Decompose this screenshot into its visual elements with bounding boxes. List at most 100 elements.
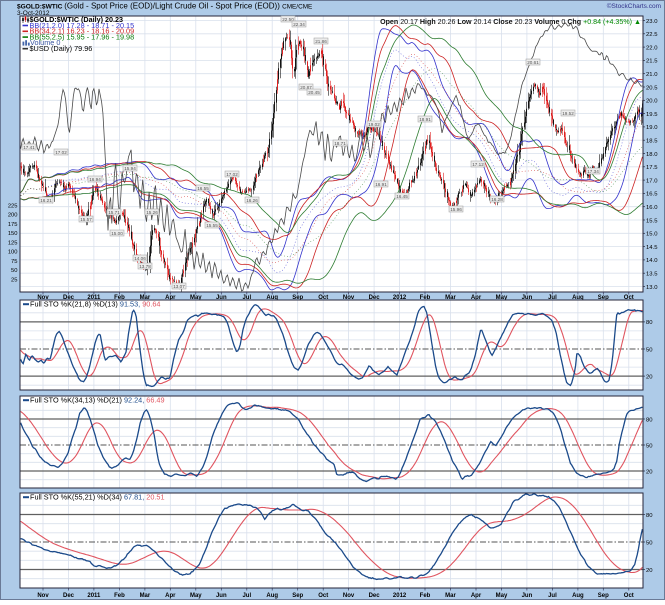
svg-text:20: 20 bbox=[646, 374, 653, 380]
svg-text:16.91: 16.91 bbox=[375, 182, 387, 187]
svg-text:Open 20.17 High 20.26 Low 20: Open 20.17 High 20.26 Low 20.14 Close 20… bbox=[380, 18, 641, 26]
svg-text:Feb: Feb bbox=[114, 593, 125, 599]
svg-text:Full STO %K(34,13) %D(21) 92.2: Full STO %K(34,13) %D(21) 92.24, 66.49 bbox=[30, 396, 165, 405]
svg-text:80: 80 bbox=[646, 513, 653, 519]
svg-text:Feb: Feb bbox=[420, 593, 431, 599]
svg-text:50: 50 bbox=[646, 540, 653, 546]
svg-text:25: 25 bbox=[11, 277, 17, 283]
svg-text:20.45: 20.45 bbox=[308, 90, 320, 95]
svg-text:19.5: 19.5 bbox=[646, 112, 658, 118]
svg-text:©StockCharts.com: ©StockCharts.com bbox=[607, 2, 661, 10]
svg-text:125: 125 bbox=[8, 241, 18, 247]
svg-text:15.96: 15.96 bbox=[450, 207, 462, 212]
svg-text:15.00: 15.00 bbox=[111, 231, 123, 236]
svg-text:15.26: 15.26 bbox=[146, 210, 158, 215]
svg-text:23.0: 23.0 bbox=[646, 19, 658, 25]
svg-text:16.55: 16.55 bbox=[197, 186, 209, 191]
svg-text:22.5: 22.5 bbox=[646, 32, 658, 38]
svg-text:15.55: 15.55 bbox=[206, 223, 218, 228]
svg-text:Full STO %K(21,8) %D(13) 91.53: Full STO %K(21,8) %D(13) 91.53, 90.64 bbox=[30, 300, 160, 309]
svg-text:21.86: 21.86 bbox=[315, 39, 327, 44]
svg-text:Sep: Sep bbox=[598, 593, 609, 599]
svg-text:Mar: Mar bbox=[140, 593, 151, 599]
svg-text:20: 20 bbox=[646, 469, 653, 475]
svg-text:20.5: 20.5 bbox=[646, 85, 658, 91]
svg-text:Oct: Oct bbox=[318, 593, 328, 599]
svg-text:Jun: Jun bbox=[522, 593, 533, 599]
svg-text:21.0: 21.0 bbox=[646, 72, 658, 78]
svg-text:15.71: 15.71 bbox=[108, 210, 120, 215]
svg-text:17.02: 17.02 bbox=[55, 150, 67, 155]
svg-text:18.91: 18.91 bbox=[419, 117, 431, 122]
svg-text:14.0: 14.0 bbox=[646, 258, 658, 264]
svg-text:Jul: Jul bbox=[242, 593, 251, 599]
svg-text:13.0: 13.0 bbox=[646, 285, 658, 291]
svg-text:15.94: 15.94 bbox=[124, 166, 136, 171]
svg-text:20.61: 20.61 bbox=[527, 60, 539, 65]
svg-text:13.78: 13.78 bbox=[139, 264, 151, 269]
svg-text:17.34: 17.34 bbox=[587, 169, 599, 174]
svg-text:Aug: Aug bbox=[266, 593, 278, 599]
svg-text:Nov: Nov bbox=[343, 593, 355, 599]
svg-text:13.07: 13.07 bbox=[173, 284, 185, 289]
svg-text:225: 225 bbox=[8, 204, 18, 210]
svg-text:17.0: 17.0 bbox=[646, 178, 658, 184]
svg-text:2012: 2012 bbox=[393, 593, 407, 599]
svg-text:20: 20 bbox=[646, 568, 653, 574]
svg-text:22.0: 22.0 bbox=[646, 45, 658, 51]
svg-text:200: 200 bbox=[8, 213, 18, 219]
svg-text:17.02: 17.02 bbox=[226, 172, 238, 177]
svg-text:16.45: 16.45 bbox=[396, 194, 408, 199]
svg-text:16.0: 16.0 bbox=[646, 205, 658, 211]
svg-text:19.0: 19.0 bbox=[646, 125, 658, 131]
svg-text:$GOLD:$WTIC (Gold - Spot Price: $GOLD:$WTIC (Gold - Spot Price (EOD)/Lig… bbox=[17, 2, 312, 11]
svg-text:150: 150 bbox=[8, 231, 18, 237]
svg-text:15.57: 15.57 bbox=[80, 217, 92, 222]
svg-text:16.26: 16.26 bbox=[246, 198, 258, 203]
svg-text:21.5: 21.5 bbox=[646, 59, 658, 65]
svg-text:16.21: 16.21 bbox=[40, 198, 52, 203]
svg-text:18.5: 18.5 bbox=[646, 139, 658, 145]
svg-text:Sep: Sep bbox=[292, 593, 303, 599]
svg-text:80: 80 bbox=[646, 320, 653, 326]
svg-text:14.5: 14.5 bbox=[646, 245, 658, 251]
svg-text:Apr: Apr bbox=[165, 593, 176, 599]
svg-text:100: 100 bbox=[8, 250, 18, 256]
svg-text:Oct: Oct bbox=[624, 593, 634, 599]
svg-text:18.71: 18.71 bbox=[334, 141, 346, 146]
svg-text:22.34: 22.34 bbox=[293, 22, 305, 27]
svg-text:50: 50 bbox=[11, 268, 17, 274]
svg-text:Jun: Jun bbox=[216, 593, 227, 599]
svg-text:50: 50 bbox=[646, 347, 653, 353]
svg-text:Jul: Jul bbox=[548, 593, 557, 599]
svg-text:80: 80 bbox=[646, 417, 653, 423]
svg-text:17.12: 17.12 bbox=[472, 162, 484, 167]
svg-text:16.28: 16.28 bbox=[491, 197, 503, 202]
svg-text:18.0: 18.0 bbox=[646, 152, 658, 158]
svg-text:75: 75 bbox=[11, 259, 17, 265]
svg-text:Mar: Mar bbox=[445, 593, 456, 599]
svg-text:Nov: Nov bbox=[37, 593, 49, 599]
svg-text:175: 175 bbox=[8, 222, 18, 228]
svg-text:13.5: 13.5 bbox=[646, 272, 658, 278]
svg-text:15.0: 15.0 bbox=[646, 232, 658, 238]
svg-text:$USD (Daily) 79.96: $USD (Daily) 79.96 bbox=[30, 44, 93, 53]
svg-text:Dec: Dec bbox=[369, 593, 381, 599]
svg-text:14.06: 14.06 bbox=[134, 256, 146, 261]
svg-text:15.5: 15.5 bbox=[646, 218, 658, 224]
svg-text:19.02: 19.02 bbox=[368, 122, 380, 127]
svg-text:16.94: 16.94 bbox=[89, 177, 101, 182]
svg-text:20.0: 20.0 bbox=[646, 99, 658, 105]
svg-text:Dec: Dec bbox=[63, 593, 75, 599]
svg-text:16.5: 16.5 bbox=[646, 192, 658, 198]
svg-text:May: May bbox=[190, 593, 202, 599]
svg-text:Apr: Apr bbox=[471, 593, 482, 599]
svg-text:19.52: 19.52 bbox=[562, 111, 574, 116]
svg-text:May: May bbox=[496, 593, 508, 599]
svg-text:Aug: Aug bbox=[572, 593, 584, 599]
svg-text:17.41: 17.41 bbox=[23, 145, 35, 150]
svg-text:50: 50 bbox=[646, 443, 653, 449]
svg-text:17.5: 17.5 bbox=[646, 165, 658, 171]
svg-text:2011: 2011 bbox=[87, 593, 101, 599]
svg-text:Full STO %K(55,21) %D(34) 67.8: Full STO %K(55,21) %D(34) 67.81, 20.51 bbox=[30, 493, 165, 502]
